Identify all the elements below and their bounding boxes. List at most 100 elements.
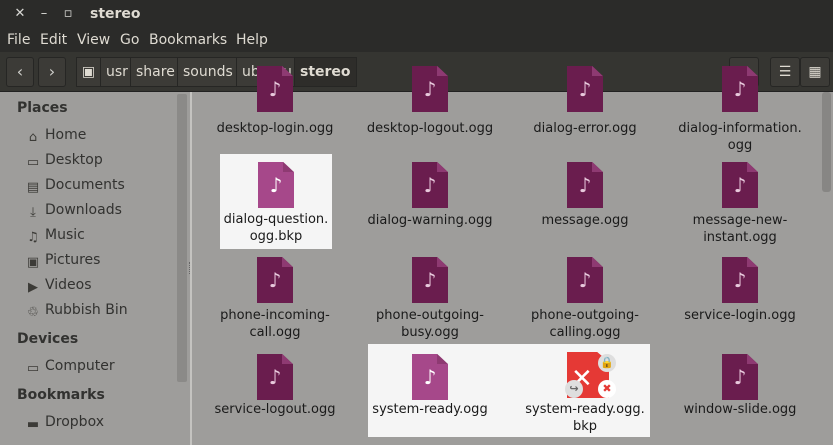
sidebar-item-dropbox[interactable]: ▬ Dropbox — [25, 414, 104, 434]
file-item[interactable]: ♪ desktop-login.ogg — [195, 62, 355, 157]
sidebar-item-rubbish-bin[interactable]: ♲ Rubbish Bin — [25, 302, 127, 322]
audio-file-icon: ♪ — [412, 162, 448, 208]
devices-header: Devices — [17, 331, 79, 347]
unreadable-icon: ✖ — [598, 380, 616, 398]
places-header: Places — [17, 100, 68, 116]
file-item[interactable]: ♪ service-login.ogg — [660, 252, 820, 347]
file-name: dialog-error.ogg — [533, 121, 637, 136]
sidebar-item-label: Dropbox — [45, 414, 104, 430]
file-item[interactable]: ♪ dialog-information. ogg — [660, 62, 820, 157]
file-name: dialog-information. — [678, 121, 802, 136]
sidebar-item-downloads[interactable]: ⤓ Downloads — [25, 202, 122, 222]
file-name: dialog-question. — [223, 212, 329, 227]
sidebar-item-label: Downloads — [45, 202, 122, 218]
sidebar-item-label: Documents — [45, 177, 125, 193]
drive-icon: ▣ — [81, 64, 96, 80]
menu-bookmarks[interactable]: Bookmarks — [149, 32, 227, 48]
breadcrumb-usr[interactable]: usr — [100, 57, 134, 87]
sidebar: Places ⌂ Home ▭ Desktop ▤ Documents ⤓ Downlo… — [0, 92, 190, 445]
audio-file-icon: ♪ — [722, 354, 758, 400]
menu-bar: File Edit View Go Bookmarks Help — [0, 30, 833, 52]
music-icon: ♫ — [27, 230, 39, 245]
file-item[interactable]: ♪ phone-incoming- call.ogg — [195, 252, 355, 347]
close-icon[interactable]: ✕ — [12, 6, 28, 22]
sidebar-item-label: Music — [45, 227, 85, 243]
sidebar-item-music[interactable]: ♫ Music — [25, 227, 85, 247]
bookmarks-header: Bookmarks — [17, 387, 105, 403]
file-name: phone-outgoing- — [376, 308, 484, 323]
file-name: message-new- — [692, 213, 788, 228]
audio-file-icon: ♪ — [257, 66, 293, 112]
audio-file-icon: ♪ — [722, 66, 758, 112]
file-item-selected[interactable]: ♪ dialog-question. ogg.bkp — [220, 154, 332, 249]
sidebar-item-desktop[interactable]: ▭ Desktop — [25, 152, 103, 172]
file-name: system-ready.ogg — [372, 402, 488, 417]
audio-file-icon: ♪ — [412, 257, 448, 303]
sidebar-item-documents[interactable]: ▤ Documents — [25, 177, 125, 197]
file-item[interactable]: ♪ window-slide.ogg — [660, 344, 820, 439]
sidebar-item-home[interactable]: ⌂ Home — [25, 127, 86, 147]
file-item[interactable]: ♪ dialog-warning.ogg — [350, 154, 510, 249]
file-name: desktop-login.ogg — [216, 121, 334, 136]
file-name: dialog-warning.ogg — [367, 213, 493, 228]
file-name: instant.ogg — [703, 230, 777, 245]
menu-help[interactable]: Help — [236, 32, 268, 48]
file-grid-scrollbar[interactable] — [820, 92, 833, 445]
menu-go[interactable]: Go — [120, 32, 139, 48]
sidebar-item-label: Pictures — [45, 252, 101, 268]
file-item[interactable]: ♪ dialog-error.ogg — [505, 62, 665, 157]
link-arrow-icon: ↪ — [565, 380, 583, 398]
breadcrumb-share[interactable]: share — [130, 57, 181, 87]
sidebar-scrollbar[interactable] — [177, 94, 187, 382]
forward-button[interactable]: › — [38, 57, 66, 87]
file-name: phone-incoming- — [220, 308, 330, 323]
file-name: service-logout.ogg — [214, 402, 336, 417]
minimize-icon[interactable]: – — [36, 6, 52, 22]
file-name: ogg — [727, 138, 753, 153]
file-manager-window: ✕ – ▫ stereo File Edit View Go Bookmarks… — [0, 0, 833, 445]
sidebar-item-pictures[interactable]: ▣ Pictures — [25, 252, 101, 272]
chevron-right-icon: › — [48, 62, 56, 81]
file-item[interactable]: ♪ service-logout.ogg — [195, 344, 355, 439]
file-item-selected[interactable]: ✕ 🔒 ↪ ✖ system-ready.ogg. bkp — [505, 344, 665, 439]
file-name: service-login.ogg — [684, 308, 796, 323]
file-item[interactable]: ♪ phone-outgoing- busy.ogg — [350, 252, 510, 347]
file-item[interactable]: ♪ message-new- instant.ogg — [660, 154, 820, 249]
chevron-left-icon: ‹ — [16, 62, 24, 81]
menu-file[interactable]: File — [7, 32, 30, 48]
file-item[interactable]: ♪ phone-outgoing- calling.ogg — [505, 252, 665, 347]
file-name: calling.ogg — [549, 325, 621, 340]
menu-edit[interactable]: Edit — [40, 32, 67, 48]
file-name: message.ogg — [541, 213, 629, 228]
downloads-icon: ⤓ — [30, 205, 36, 220]
home-icon: ⌂ — [28, 130, 38, 145]
breadcrumb-root[interactable]: ▣ — [76, 57, 101, 87]
folder-icon: ▬ — [26, 417, 40, 432]
audio-file-icon: ♪ — [257, 257, 293, 303]
audio-file-icon: ♪ — [412, 66, 448, 112]
documents-icon: ▤ — [26, 180, 40, 195]
window-title: stereo — [90, 6, 141, 22]
sidebar-item-videos[interactable]: ▶ Videos — [25, 277, 92, 297]
audio-file-icon: ♪ — [722, 257, 758, 303]
file-name: bkp — [572, 419, 598, 434]
file-name: busy.ogg — [401, 325, 459, 340]
maximize-icon[interactable]: ▫ — [60, 6, 76, 22]
file-item[interactable]: ♪ desktop-logout.ogg — [350, 62, 510, 157]
pictures-icon: ▣ — [26, 255, 40, 270]
back-button[interactable]: ‹ — [6, 57, 34, 87]
sidebar-item-computer[interactable]: ▭ Computer — [25, 358, 115, 378]
audio-file-icon: ♪ — [258, 162, 294, 208]
sidebar-item-label: Desktop — [45, 152, 103, 168]
audio-file-icon: ♪ — [257, 354, 293, 400]
menu-view[interactable]: View — [77, 32, 110, 48]
file-name: phone-outgoing- — [531, 308, 639, 323]
scrollbar-thumb[interactable] — [822, 92, 831, 192]
desktop-icon: ▭ — [26, 155, 40, 170]
audio-file-icon: ♪ — [567, 66, 603, 112]
file-item-selected[interactable]: ♪ system-ready.ogg — [350, 344, 510, 439]
file-name: ogg.bkp — [249, 229, 303, 244]
sidebar-item-label: Computer — [45, 358, 115, 374]
trash-icon: ♲ — [27, 305, 39, 320]
file-item[interactable]: ♪ message.ogg — [505, 154, 665, 249]
